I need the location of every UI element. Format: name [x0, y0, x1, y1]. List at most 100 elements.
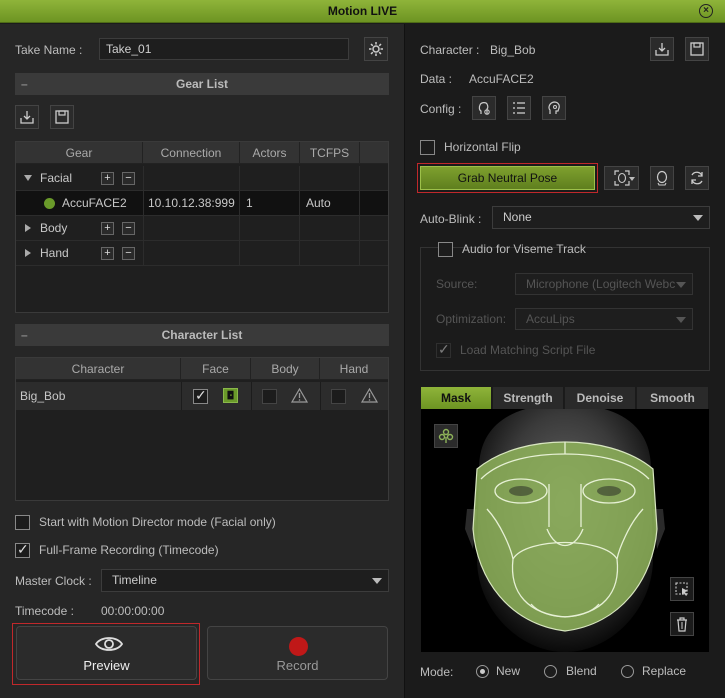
expand-right-icon[interactable]: [25, 224, 31, 232]
hand-enable-checkbox[interactable]: [331, 389, 346, 404]
audio-viseme-checkbox[interactable]: [438, 242, 453, 257]
head-view-button[interactable]: [650, 166, 674, 190]
face-mask-preview[interactable]: [421, 409, 709, 652]
load-matching-checkbox[interactable]: [436, 341, 451, 358]
device-name: AccuFACE2: [62, 196, 127, 210]
chevron-down-icon: [676, 282, 686, 288]
optimization-label: Optimization:: [436, 312, 507, 326]
import-gear-button[interactable]: [15, 105, 39, 129]
save-icon: [690, 42, 704, 56]
source-select[interactable]: Microphone (Logitech Webc: [515, 273, 693, 295]
take-name-input[interactable]: Take_01: [99, 38, 349, 60]
select-region-button[interactable]: [670, 577, 694, 601]
col-actors[interactable]: Actors: [240, 142, 300, 163]
gear-group-body[interactable]: Body + −: [16, 216, 388, 241]
col-face[interactable]: Face: [181, 358, 251, 379]
mode-blend-radio[interactable]: [544, 665, 557, 678]
col-connection[interactable]: Connection: [143, 142, 240, 163]
auto-blink-label: Auto-Blink :: [420, 212, 482, 226]
record-button[interactable]: Record: [207, 626, 388, 680]
window-title: Motion LIVE: [327, 4, 398, 18]
settings-button[interactable]: [364, 37, 388, 61]
mode-replace-radio[interactable]: [621, 665, 634, 678]
col-hand[interactable]: Hand: [320, 358, 388, 379]
col-tcfps[interactable]: TCFPS: [300, 142, 360, 163]
gear-list-header[interactable]: – Gear List: [15, 73, 389, 95]
face-capture-dropdown[interactable]: [604, 166, 639, 190]
motion-director-checkbox[interactable]: [15, 515, 30, 530]
config-profile-button[interactable]: [542, 96, 566, 120]
remove-gear-button[interactable]: −: [122, 247, 135, 260]
gear-group-facial[interactable]: Facial + −: [16, 166, 388, 191]
master-clock-select[interactable]: Timeline: [101, 569, 389, 592]
body-warning-icon: [290, 387, 309, 406]
character-list-header[interactable]: – Character List: [15, 324, 389, 346]
add-gear-button[interactable]: +: [101, 172, 114, 185]
auto-blink-value: None: [503, 210, 532, 224]
save-profile-button[interactable]: [685, 37, 709, 61]
character-name: Big_Bob: [20, 389, 66, 403]
remove-gear-button[interactable]: −: [122, 172, 135, 185]
list-icon: [513, 102, 525, 114]
remove-gear-button[interactable]: −: [122, 222, 135, 235]
import-icon: [20, 111, 34, 124]
reset-button[interactable]: [685, 166, 709, 190]
horizontal-flip-checkbox[interactable]: [420, 140, 435, 155]
title-bar: Motion LIVE ×: [0, 0, 725, 23]
gear-group-label: Hand: [40, 246, 69, 260]
gear-table: Gear Connection Actors TCFPS Facial + − …: [15, 141, 389, 313]
face-frame-icon: [613, 170, 630, 186]
full-frame-checkbox[interactable]: [15, 541, 30, 558]
expand-down-icon[interactable]: [24, 175, 32, 181]
close-icon[interactable]: ×: [699, 4, 713, 18]
preview-button[interactable]: Preview: [16, 626, 197, 680]
device-connection[interactable]: 10.10.12.38:999: [143, 191, 240, 216]
config-list-button[interactable]: [507, 96, 531, 120]
config-label: Config :: [420, 102, 462, 116]
load-matching-label: Load Matching Script File: [460, 343, 596, 357]
mode-new-radio[interactable]: [476, 665, 489, 678]
face-status-icon: [223, 388, 238, 403]
tab-strength[interactable]: Strength: [493, 387, 564, 409]
face-mask-image: [465, 409, 665, 652]
col-character[interactable]: Character: [16, 358, 181, 379]
data-label: Data :: [420, 72, 453, 86]
tab-denoise[interactable]: Denoise: [565, 387, 636, 409]
mode-new-label: New: [496, 664, 521, 678]
save-gear-button[interactable]: [50, 105, 74, 129]
preview-label: Preview: [83, 658, 130, 673]
mode-replace-label: Replace: [642, 664, 687, 678]
gear-group-hand[interactable]: Hand + −: [16, 241, 388, 266]
audio-viseme-label: Audio for Viseme Track: [462, 242, 586, 256]
col-body[interactable]: Body: [251, 358, 320, 379]
tab-mask[interactable]: Mask: [421, 387, 492, 409]
col-gear[interactable]: Gear: [16, 142, 143, 163]
mode-blend-label: Blend: [566, 664, 597, 678]
device-actors[interactable]: 1: [240, 191, 300, 216]
collapse-icon[interactable]: –: [21, 324, 28, 346]
auto-blink-select[interactable]: None: [492, 206, 710, 229]
import-profile-button[interactable]: [650, 37, 674, 61]
expand-right-icon[interactable]: [25, 249, 31, 257]
head-settings-icon: [548, 101, 560, 114]
collapse-icon[interactable]: –: [21, 73, 28, 95]
face-enable-checkbox[interactable]: [193, 387, 208, 404]
mask-symmetry-button[interactable]: [434, 424, 458, 448]
mode-label: Mode:: [420, 665, 454, 679]
import-icon: [655, 43, 669, 56]
optimization-select[interactable]: AccuLips: [515, 308, 693, 330]
grab-neutral-pose-button[interactable]: Grab Neutral Pose: [420, 166, 595, 190]
body-enable-checkbox[interactable]: [262, 389, 277, 404]
character-row[interactable]: Big_Bob: [16, 382, 388, 410]
gear-device-row[interactable]: AccuFACE2 10.10.12.38:999 1 Auto: [16, 191, 388, 216]
delete-button[interactable]: [670, 612, 694, 636]
refresh-icon: [691, 171, 703, 185]
config-face-button[interactable]: [472, 96, 496, 120]
gear-icon: [369, 42, 383, 56]
hand-warning-icon: [360, 387, 379, 406]
tab-smooth[interactable]: Smooth: [637, 387, 709, 409]
character-table-header: Character Face Body Hand: [16, 358, 388, 380]
device-tcfps[interactable]: Auto: [300, 191, 360, 216]
add-gear-button[interactable]: +: [101, 222, 114, 235]
add-gear-button[interactable]: +: [101, 247, 114, 260]
